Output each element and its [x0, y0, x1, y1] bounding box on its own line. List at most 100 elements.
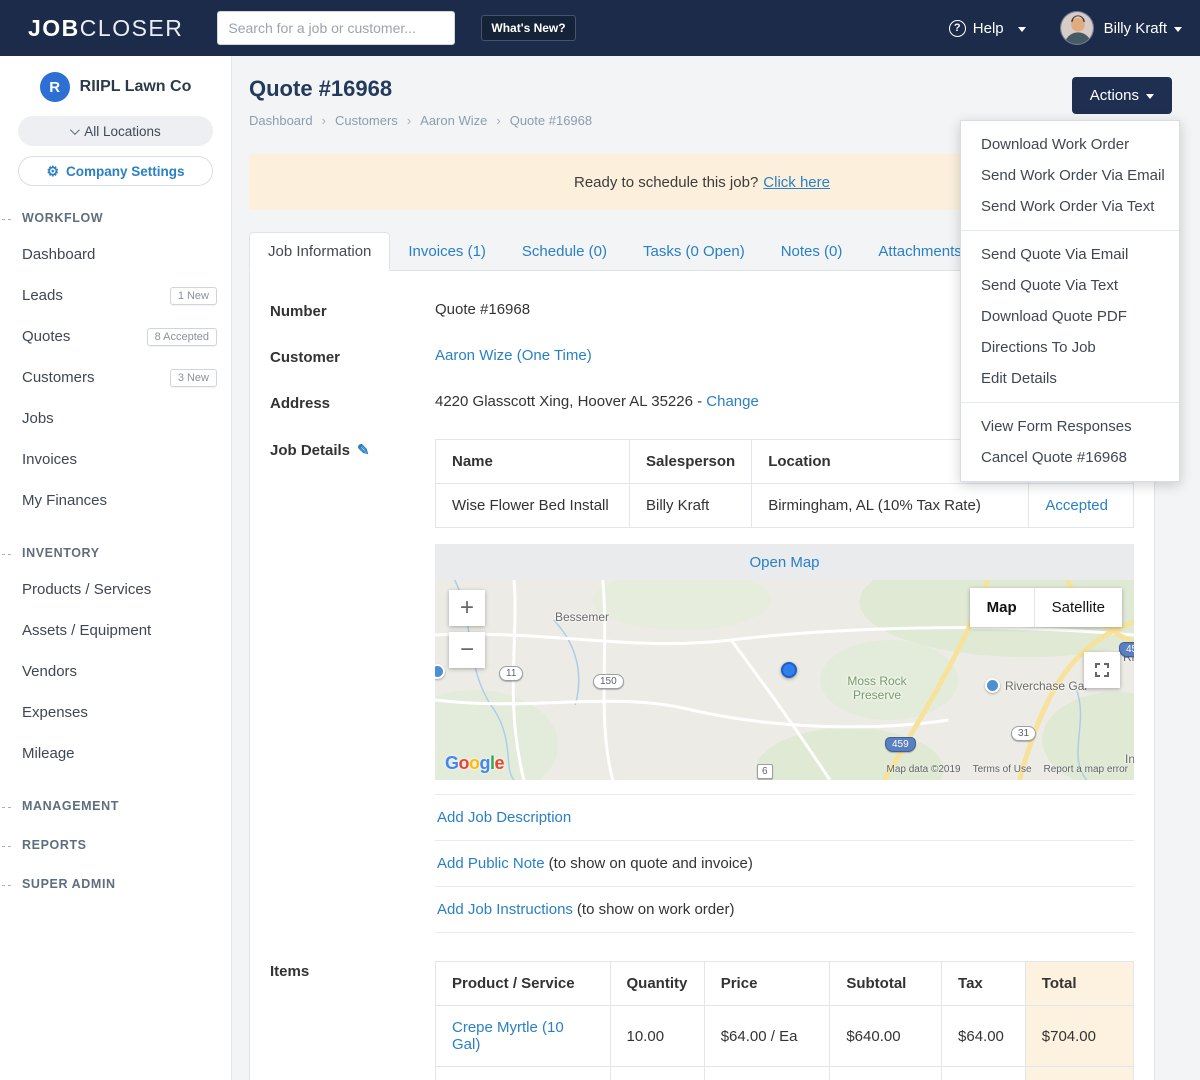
items-col-product: Product / Service: [435, 961, 611, 1006]
menu-item-send-work-order-email[interactable]: Send Work Order Via Email: [961, 160, 1179, 191]
tab-tasks[interactable]: Tasks (0 Open): [625, 233, 763, 270]
question-circle-icon: [948, 19, 966, 37]
menu-item-send-quote-email[interactable]: Send Quote Via Email: [961, 239, 1179, 270]
customer-link[interactable]: Aaron Wize: [435, 347, 513, 364]
company-header: R RIIPL Lawn Co: [0, 72, 231, 102]
sidebar-item-expenses[interactable]: Expenses: [0, 692, 231, 733]
tax-cell: $8.55: [941, 1066, 1026, 1080]
section-super-admin[interactable]: SUPER ADMIN: [0, 877, 231, 891]
poi-icon: [985, 678, 1000, 693]
logo-light: CLOSER: [79, 14, 184, 41]
actions-button[interactable]: Actions: [1071, 77, 1172, 114]
quantity-cell: 10.00: [609, 1005, 705, 1067]
app-logo[interactable]: JOBCLOSER: [28, 15, 183, 42]
sidebar-item-invoices[interactable]: Invoices: [0, 439, 231, 480]
product-link[interactable]: Crepe Myrtle (10 Gal): [452, 1019, 564, 1053]
count-badge: 1 New: [169, 286, 217, 305]
items-col-total: Total: [1024, 961, 1135, 1006]
map-label-riverchase: Riverchase Gal: [1005, 679, 1088, 693]
sidebar-item-leads[interactable]: Leads 1 New: [0, 275, 231, 316]
tab-invoices[interactable]: Invoices (1): [390, 233, 504, 270]
zoom-in-button[interactable]: +: [449, 590, 485, 626]
map-type-toggle: Map Satellite: [969, 588, 1122, 627]
menu-item-download-work-order[interactable]: Download Work Order: [961, 129, 1179, 160]
count-badge: 8 Accepted: [146, 327, 217, 346]
help-menu[interactable]: Help: [948, 19, 1026, 37]
job-col-name: Name: [435, 439, 630, 484]
customer-type-link[interactable]: (One Time): [517, 347, 592, 364]
map-canvas[interactable]: + − Map Satellite Bessemer Moss Rock Pre…: [435, 580, 1134, 780]
menu-item-edit-details[interactable]: Edit Details: [961, 363, 1179, 394]
add-job-instructions-suffix: (to show on work order): [576, 901, 735, 918]
map-label-moss-rock: Moss Rock Preserve: [847, 674, 907, 702]
job-details-label: Job Details: [270, 442, 351, 459]
menu-item-view-form-responses[interactable]: View Form Responses: [961, 411, 1179, 442]
satellite-view-button[interactable]: Satellite: [1033, 588, 1122, 627]
add-public-note-link[interactable]: Add Public Note: [437, 855, 545, 872]
add-job-description-link[interactable]: Add Job Description: [437, 809, 571, 826]
search-input[interactable]: [217, 11, 456, 45]
terms-of-use-link[interactable]: Terms of Use: [973, 764, 1032, 775]
sidebar-item-mileage[interactable]: Mileage: [0, 733, 231, 774]
menu-item-download-quote-pdf[interactable]: Download Quote PDF: [961, 301, 1179, 332]
tab-schedule[interactable]: Schedule (0): [504, 233, 625, 270]
location-selector[interactable]: All Locations: [18, 116, 213, 146]
route-shield-6: 6: [757, 764, 773, 779]
menu-item-send-work-order-text[interactable]: Send Work Order Via Text: [961, 191, 1179, 222]
interstate-shield-459: 459: [1119, 642, 1134, 657]
menu-item-directions-to-job[interactable]: Directions To Job: [961, 332, 1179, 363]
zoom-controls: + −: [449, 590, 485, 668]
job-name-cell: Wise Flower Bed Install: [435, 483, 630, 528]
map-view-button[interactable]: Map: [969, 588, 1034, 627]
sidebar-item-quotes[interactable]: Quotes 8 Accepted: [0, 316, 231, 357]
sidebar-item-dashboard[interactable]: Dashboard: [0, 234, 231, 275]
open-map-link[interactable]: Open Map: [749, 554, 819, 571]
breadcrumb-current: Quote #16968: [509, 113, 593, 128]
menu-item-cancel-quote[interactable]: Cancel Quote #16968: [961, 442, 1179, 473]
map-data-credit: Map data ©2019: [886, 764, 961, 775]
price-cell: $28.50 / Ea: [703, 1066, 831, 1080]
section-reports[interactable]: REPORTS: [0, 838, 231, 852]
logo-bold: JOB: [28, 14, 80, 41]
company-settings-button[interactable]: Company Settings: [18, 156, 213, 186]
subtotal-cell: $85.50: [829, 1066, 943, 1080]
status-badge[interactable]: Accepted: [1045, 497, 1108, 514]
location-label: All Locations: [84, 123, 161, 139]
fullscreen-icon: [1095, 663, 1109, 677]
sidebar-item-products-services[interactable]: Products / Services: [0, 569, 231, 610]
google-logo[interactable]: Google: [445, 753, 505, 774]
menu-item-send-quote-text[interactable]: Send Quote Via Text: [961, 270, 1179, 301]
section-management[interactable]: MANAGEMENT: [0, 799, 231, 813]
sidebar-item-vendors[interactable]: Vendors: [0, 651, 231, 692]
fullscreen-button[interactable]: [1084, 652, 1120, 688]
sidebar-item-assets-equipment[interactable]: Assets / Equipment: [0, 610, 231, 651]
map-label-bessemer: Bessemer: [555, 610, 610, 624]
tab-notes[interactable]: Notes (0): [763, 233, 861, 270]
section-inventory: INVENTORY: [0, 546, 231, 560]
banner-click-here-link[interactable]: Click here: [763, 174, 830, 191]
add-job-instructions-link[interactable]: Add Job Instructions: [437, 901, 573, 918]
address-value: 4220 Glasscott Xing, Hoover AL 35226 -: [435, 393, 703, 410]
address-change-link[interactable]: Change: [706, 393, 759, 410]
sidebar: R RIIPL Lawn Co All Locations Company Se…: [0, 56, 232, 1080]
user-name: Billy Kraft: [1103, 19, 1167, 37]
whats-new-button[interactable]: What's New?: [481, 15, 576, 41]
breadcrumb-customers[interactable]: Customers: [335, 113, 420, 128]
sidebar-item-jobs[interactable]: Jobs: [0, 398, 231, 439]
sidebar-item-my-finances[interactable]: My Finances: [0, 480, 231, 521]
zoom-out-button[interactable]: −: [449, 632, 485, 668]
breadcrumb-dashboard[interactable]: Dashboard: [249, 113, 335, 128]
items-col-subtotal: Subtotal: [829, 961, 943, 1006]
sidebar-item-customers[interactable]: Customers 3 New: [0, 357, 231, 398]
breadcrumb-customer[interactable]: Aaron Wize: [420, 113, 510, 128]
tab-job-information[interactable]: Job Information: [249, 232, 391, 271]
count-badge: 3 New: [169, 368, 217, 387]
report-map-error-link[interactable]: Report a map error: [1044, 764, 1128, 775]
actions-dropdown-menu: Download Work Order Send Work Order Via …: [960, 120, 1180, 482]
customer-label: Customer: [270, 349, 341, 366]
edit-pencil-icon[interactable]: [357, 442, 370, 459]
add-public-note-suffix: (to show on quote and invoice): [548, 855, 753, 872]
top-navbar: JOBCLOSER What's New? Help Billy Kraft: [0, 0, 1200, 56]
menu-divider: [961, 402, 1179, 403]
user-menu[interactable]: Billy Kraft: [1026, 11, 1182, 45]
